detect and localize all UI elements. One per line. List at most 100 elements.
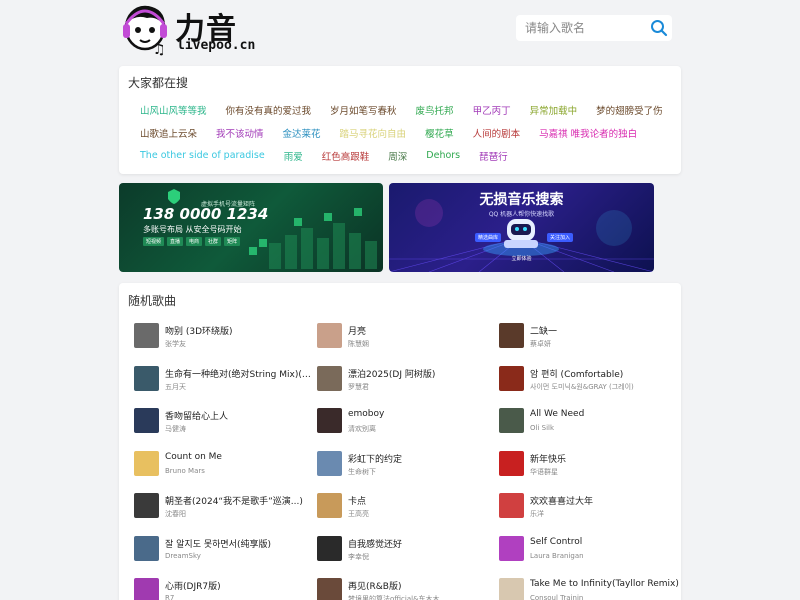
song-artist: Oli Silk (530, 424, 555, 432)
song-item[interactable]: 二缺一 蔡卓妍 (499, 321, 679, 351)
hot-search-tag[interactable]: Dehors (426, 150, 460, 161)
song-cover (317, 365, 342, 391)
song-item[interactable]: 自我感觉还好 李幸倪 (317, 534, 497, 564)
song-title: 再见(R&B版) (348, 582, 402, 592)
song-item[interactable]: Take Me to Infinity(Tayllor Remix) Consou… (499, 576, 679, 600)
song-item[interactable]: 암 편히 (Comfortable) 사이먼 도미닉&원&GRAY (그레이) (499, 364, 679, 394)
hot-search-row: 山风山风等等我 你有没有真的爱过我 岁月如笔写春秋 废鸟托邦 甲乙丙丁 异常加载中 梦的翅膀… (140, 98, 670, 121)
song-title: All We Need (530, 409, 585, 419)
svg-text:♫: ♫ (153, 42, 166, 56)
song-cover (499, 365, 524, 391)
song-artist: 李幸倪 (348, 552, 369, 561)
hot-search-tag[interactable]: The other side of paradise (140, 150, 265, 161)
header: ♫ 力音 livepoo.cn (119, 0, 681, 60)
song-artist: 马健涛 (165, 425, 186, 433)
song-item[interactable]: 生命有一种绝对(绝对String Mix)(Live) 五月天 (134, 364, 315, 394)
song-item[interactable]: 再见(R&B版) 梦境里的算法official&东木木 (317, 576, 497, 600)
hot-search-tag[interactable]: 废鸟托邦 (416, 103, 454, 117)
banner-left-tab: 电商 (186, 237, 203, 246)
song-title: 心雨(DJR7版) (165, 582, 221, 592)
banner-right-subtitle: QQ 机器人帮你快速找歌 (488, 211, 555, 218)
song-item[interactable]: 心雨(DJR7版) R7 (134, 576, 314, 600)
hot-search-row: The other side of paradise 雨爱 红色高跟鞋 周深 Dehor… (140, 144, 670, 167)
song-title: 卡点 (348, 497, 367, 507)
banner-left-tabs: 短视频 直播 电商 社群 矩阵 (143, 237, 241, 246)
song-title: 月亮 (348, 327, 367, 337)
hot-search-tag[interactable]: 山风山风等等我 (140, 103, 207, 117)
song-item[interactable]: 漂泊2025(DJ 阿树版) 罗慧君 (317, 364, 497, 394)
banner-right-cta: 立即体验 (511, 256, 532, 262)
song-cover (134, 323, 159, 348)
song-title: 自我感觉还好 (348, 539, 403, 550)
hot-search-tag[interactable]: 人间的剧本 (473, 126, 521, 140)
song-item[interactable]: Count on Me Bruno Mars (134, 449, 314, 479)
song-item[interactable]: All We Need Oli Silk (499, 406, 679, 436)
random-songs-title: 随机歌曲 (128, 294, 177, 308)
song-artist: Laura Branigan (530, 551, 584, 560)
song-item[interactable]: emoboy 清欢别离 (317, 406, 497, 436)
song-cover (317, 535, 342, 561)
hot-search-tag[interactable]: 踏马寻花向自由 (340, 126, 407, 140)
search-icon[interactable] (650, 19, 668, 37)
song-artist: 五月天 (165, 382, 186, 391)
hot-search-tag[interactable]: 我不该动情 (216, 126, 264, 140)
banner-music-search[interactable]: 无损音乐搜索 QQ 机器人帮你快速找歌 精选曲库 关注加入 立即体验 (389, 183, 654, 272)
hot-search-tag[interactable]: 樱花草 (425, 126, 454, 140)
song-artist: 沈春阳 (165, 510, 186, 518)
song-artist: 华语群星 (530, 467, 558, 476)
song-item[interactable]: 月亮 陈慧娴 (317, 321, 497, 351)
song-item[interactable]: 香吻留给心上人 马健涛 (134, 406, 314, 436)
song-cover (134, 365, 159, 391)
song-cover (499, 578, 524, 600)
song-cover (499, 323, 524, 348)
hot-search-tag[interactable]: 周深 (388, 149, 407, 163)
search-input[interactable] (516, 15, 646, 41)
hot-search-tag[interactable]: 梦的翅膀受了伤 (596, 103, 663, 117)
song-cover (499, 535, 524, 561)
song-artist: 张学友 (165, 340, 186, 348)
song-artist: 生命树下 (348, 467, 376, 476)
hot-search-tag[interactable]: 你有没有真的爱过我 (226, 103, 312, 117)
song-title: Count on Me (165, 451, 222, 462)
song-item[interactable]: 彩虹下的约定 生命树下 (317, 449, 497, 479)
hot-search-tag[interactable]: 异常加载中 (530, 103, 578, 117)
hot-search-tag[interactable]: 金达莱花 (283, 126, 321, 140)
banner-left-tab: 直播 (167, 237, 184, 246)
song-cover (134, 535, 159, 561)
song-item[interactable]: 잘 알지도 못하면서(纯享版) DreamSky (134, 534, 314, 564)
hot-search-tags: 山风山风等等我 你有没有真的爱过我 岁月如笔写春秋 废鸟托邦 甲乙丙丁 异常加载中 梦的翅膀… (140, 98, 670, 167)
song-artist: 王高亮 (348, 510, 369, 518)
hot-search-tag[interactable]: 红色高跟鞋 (322, 149, 370, 163)
banner-left-line2: 多账号布局 从安全号码开始 (143, 225, 242, 234)
banner-virtual-number[interactable]: 虚拟手机号流量矩阵 138 0000 1234 多账号布局 从安全号码开始 短视… (119, 183, 383, 272)
banner-left-number: 138 0000 1234 (143, 205, 269, 223)
song-cover (317, 578, 342, 600)
song-title: 生命有一种绝对(绝对String Mix)(Live) (165, 369, 315, 380)
song-title: Self Control (530, 536, 583, 547)
hot-search-tag[interactable]: 雨爱 (284, 149, 303, 163)
hot-search-tag[interactable]: 山歌追上云朵 (140, 126, 197, 140)
song-artist: DreamSky (165, 551, 201, 560)
song-item[interactable]: 卡点 王高亮 (317, 491, 497, 521)
hot-search-tag[interactable]: 岁月如笔写春秋 (330, 103, 397, 117)
hot-search-tag[interactable]: 马嘉祺 唯我论者的独白 (539, 126, 637, 140)
song-title: 欢欢喜喜过大年 (530, 497, 594, 507)
logo-text-en: livepoo.cn (177, 38, 256, 53)
hot-search-panel: 大家都在搜 山风山风等等我 你有没有真的爱过我 岁月如笔写春秋 废鸟托邦 甲乙丙丁 异常加… (119, 66, 681, 174)
song-cover (134, 450, 159, 476)
song-item[interactable]: 朝圣者(2024“我不是歌手”巡演...) 沈春阳 (134, 491, 314, 521)
song-item[interactable]: Self Control Laura Branigan (499, 534, 679, 564)
banner-left-tab: 社群 (205, 237, 222, 246)
hot-search-tag[interactable]: 琵琶行 (479, 149, 508, 163)
song-cover (317, 450, 342, 476)
song-item[interactable]: 吻别 (3D环绕版) 张学友 (134, 321, 314, 351)
search-box (516, 15, 672, 41)
song-item[interactable]: 新年快乐 华语群星 (499, 449, 679, 479)
song-cover (134, 578, 159, 600)
site-logo[interactable]: ♫ 力音 livepoo.cn (123, 2, 256, 56)
banner-left-tab: 短视频 (143, 237, 165, 246)
hot-search-tag[interactable]: 甲乙丙丁 (473, 103, 511, 117)
banner-right-tag-right: 关注加入 (547, 233, 574, 242)
song-item[interactable]: 欢欢喜喜过大年 乐洋 (499, 491, 679, 521)
song-artist: 梦境里的算法official&东木木 (348, 595, 440, 600)
